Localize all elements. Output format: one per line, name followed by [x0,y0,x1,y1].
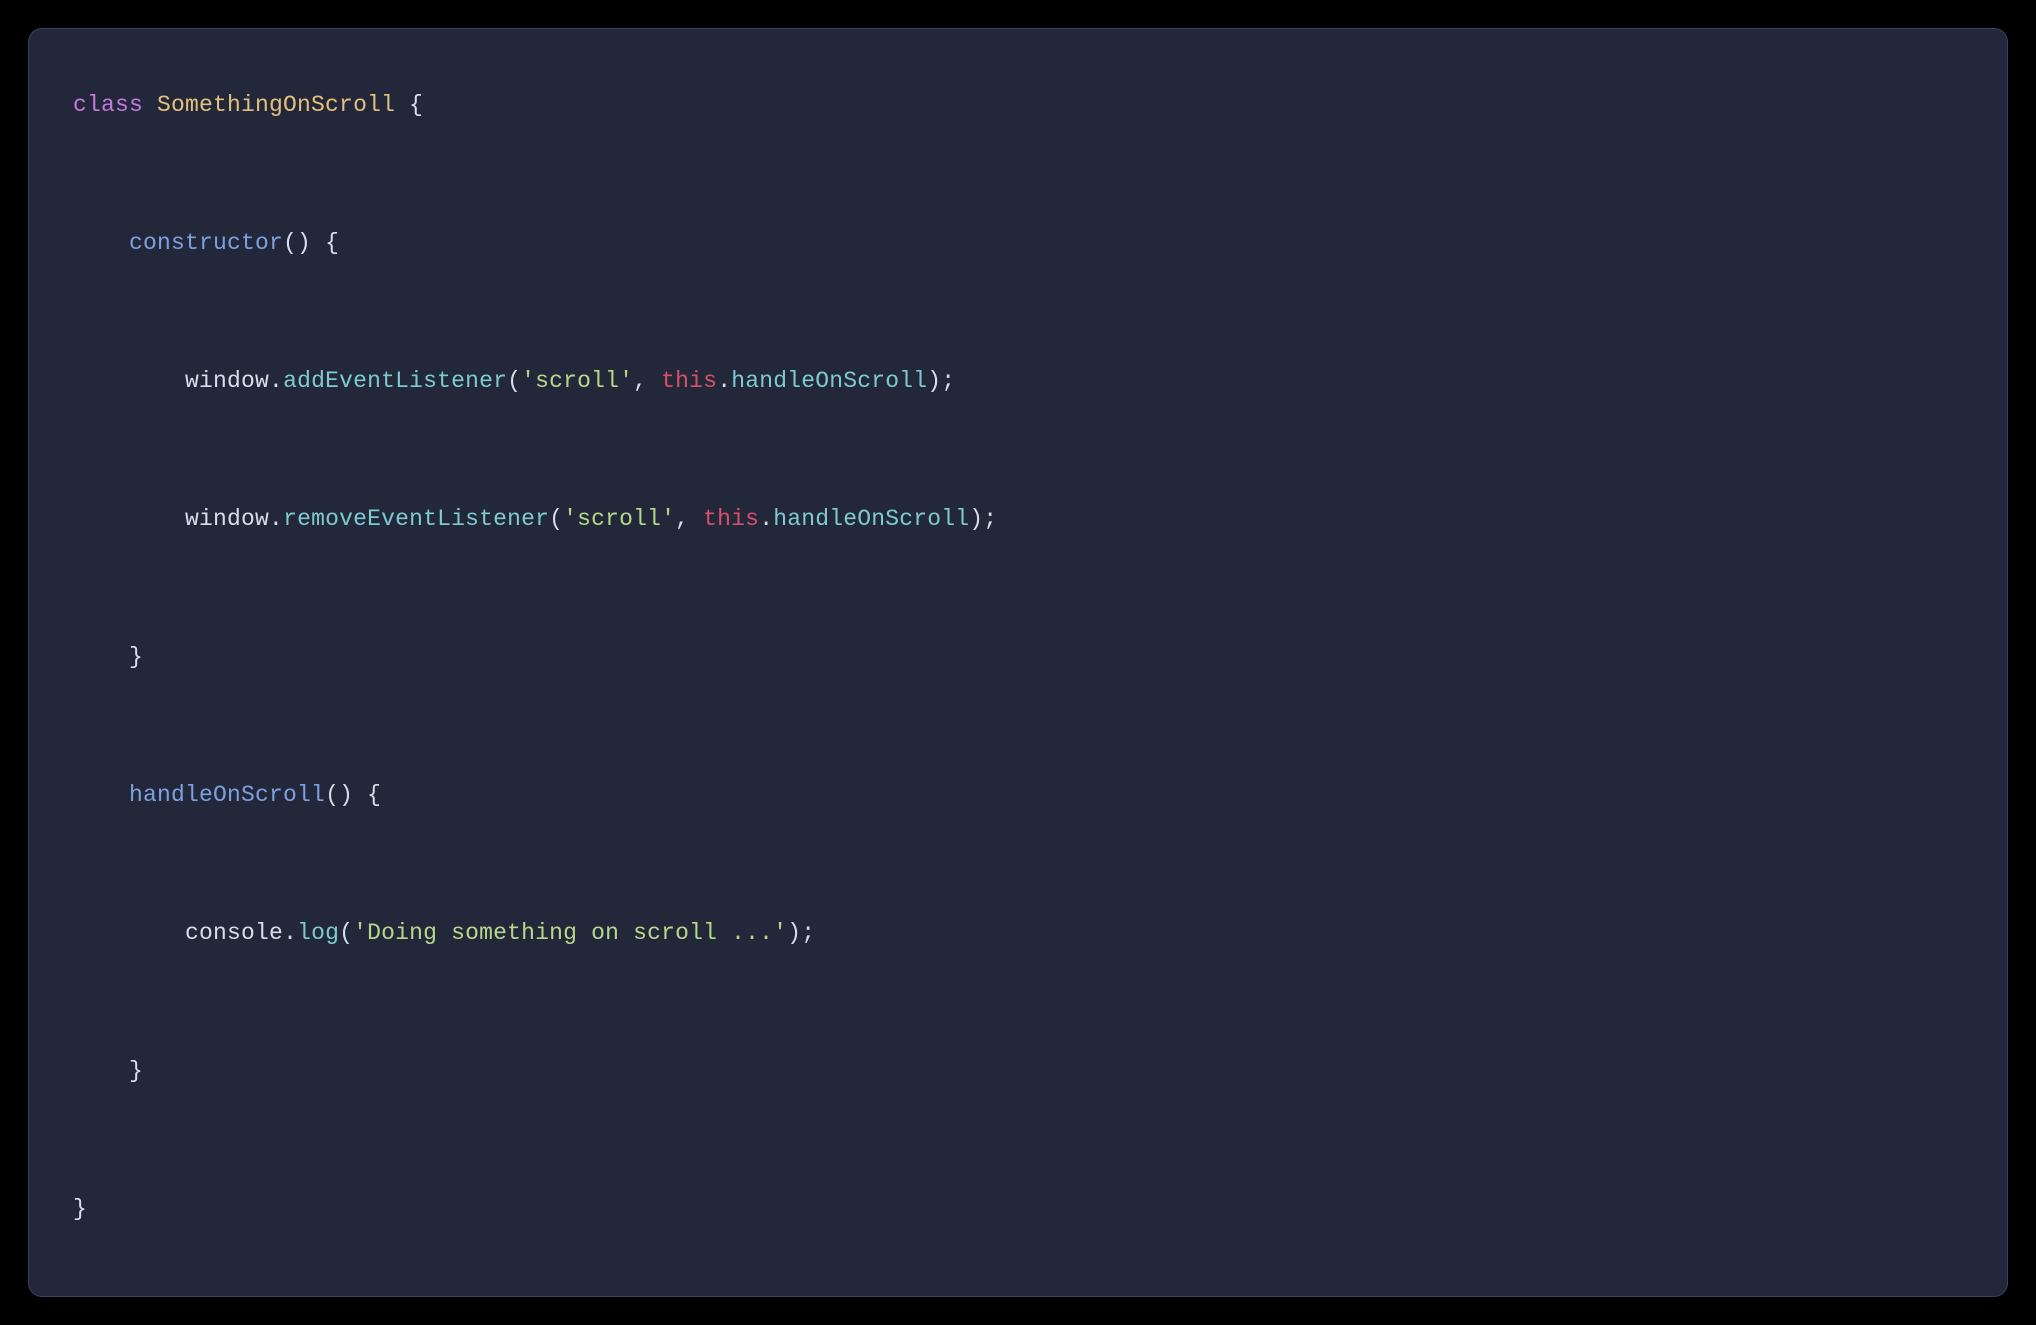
ident-window: window [185,368,269,394]
paren-close: ) [927,368,941,394]
dot: . [717,368,731,394]
semicolon: ; [983,506,997,532]
dot: . [283,920,297,946]
parens: () [325,782,353,808]
call-addEventListener: addEventListener [283,368,507,394]
brace-open: { [409,92,423,118]
semicolon: ; [941,368,955,394]
brace-close: } [73,1196,87,1222]
prop-handleOnScroll: handleOnScroll [731,368,927,394]
paren-open: ( [549,506,563,532]
call-removeEventListener: removeEventListener [283,506,549,532]
comma: , [633,368,661,394]
semicolon: ; [801,920,815,946]
keyword-this: this [703,506,759,532]
method-handleOnScroll: handleOnScroll [129,782,325,808]
keyword-class: class [73,92,143,118]
paren-open: ( [339,920,353,946]
method-constructor: constructor [129,230,283,256]
comma: , [675,506,703,532]
ident-window: window [185,506,269,532]
dot: . [269,506,283,532]
brace-close: } [129,644,143,670]
string-log: 'Doing something on scroll ...' [353,920,787,946]
string-scroll: 'scroll' [521,368,633,394]
string-scroll: 'scroll' [563,506,675,532]
dot: . [759,506,773,532]
prop-handleOnScroll: handleOnScroll [773,506,969,532]
class-name: SomethingOnScroll [157,92,395,118]
paren-close: ) [787,920,801,946]
paren-open: ( [507,368,521,394]
call-log: log [297,920,339,946]
paren-close: ) [969,506,983,532]
brace-open: { [325,230,339,256]
brace-close: } [129,1058,143,1084]
dot: . [269,368,283,394]
brace-open: { [367,782,381,808]
parens: () [283,230,311,256]
code-panel: class SomethingOnScroll { constructor() … [28,28,2008,1297]
keyword-this: this [661,368,717,394]
ident-console: console [185,920,283,946]
code-block: class SomethingOnScroll { constructor() … [73,71,1963,1244]
